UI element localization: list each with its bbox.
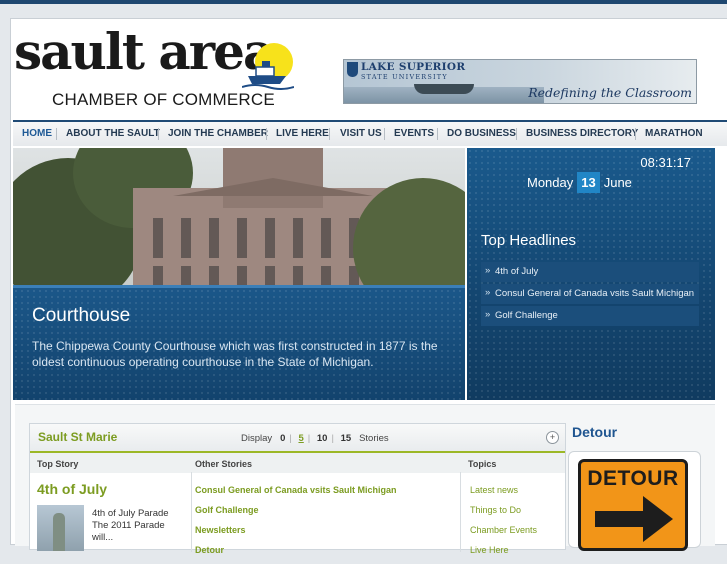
hero-caption: Courthouse The Chippewa County Courthous… — [13, 285, 465, 400]
detour-card[interactable]: DETOUR — [568, 451, 701, 551]
nav-live-here[interactable]: LIVE HERE — [276, 122, 329, 146]
display-option-10[interactable]: 10 — [317, 433, 328, 444]
expand-icon[interactable]: + — [546, 431, 559, 444]
news-box-header: Sault St Marie Display 0 | 5 | 10 | 15 Stor… — [30, 424, 565, 453]
nav-about-the-sault[interactable]: ABOUT THE SAULT — [66, 122, 160, 146]
nav-divider — [516, 128, 517, 140]
logo-subtitle: CHAMBER OF COMMERCE — [52, 90, 275, 109]
nav-divider — [384, 128, 385, 140]
nav-divider — [329, 128, 330, 140]
nav-divider — [56, 128, 57, 140]
column-divider — [191, 472, 192, 552]
topics-list: Latest news Things to Do Chamber Events … — [470, 484, 537, 564]
other-story-link[interactable]: Newsletters — [195, 524, 397, 544]
detour-sign-image: DETOUR — [578, 459, 688, 551]
hero-slideshow[interactable]: Courthouse The Chippewa County Courthous… — [13, 148, 465, 400]
site-logo[interactable]: sault area CHAMBER OF COMMERCE — [14, 22, 294, 112]
ad-tagline: Redefining the Classroom — [528, 85, 692, 100]
hero-title: Courthouse — [32, 305, 131, 326]
headline-item[interactable]: Golf Challenge — [481, 306, 699, 326]
date-weekday: Monday — [527, 175, 574, 190]
hero-photo — [13, 148, 465, 318]
top-story-thumbnail[interactable] — [37, 505, 84, 551]
top-story-title[interactable]: 4th of July — [37, 481, 107, 497]
top-story-excerpt: 4th of July Parade The 2011 Parade will.… — [92, 508, 169, 543]
col-other-stories: Other Stories — [195, 459, 253, 469]
detour-sign-text: DETOUR — [587, 467, 679, 490]
other-story-link[interactable]: Detour — [195, 544, 397, 564]
lssu-shield-icon — [347, 62, 358, 77]
display-stories-control: Display 0 | 5 | 10 | 15 Stories — [241, 433, 389, 444]
nav-home[interactable]: HOME — [22, 122, 52, 146]
nav-divider — [437, 128, 438, 140]
nav-divider — [158, 128, 159, 140]
date-day: 13 — [577, 172, 600, 193]
detour-heading: Detour — [572, 424, 618, 440]
headlines-panel: 08:31:17 Monday13June Top Headlines 4th … — [467, 148, 715, 400]
lssu-banner-ad[interactable]: LAKE SUPERIOR STATE UNIVERSITY Redefinin… — [343, 59, 697, 104]
date-month: June — [603, 175, 632, 190]
display-label: Display — [241, 433, 273, 444]
nav-events[interactable]: EVENTS — [394, 122, 434, 146]
news-box: Sault St Marie Display 0 | 5 | 10 | 15 Stor… — [29, 423, 566, 555]
headlines-list: 4th of July Consul General of Canada vsi… — [481, 262, 699, 328]
hero-description: The Chippewa County Courthouse which was… — [32, 339, 438, 369]
logo-wordmark: sault area — [14, 22, 275, 81]
news-columns-header: Top Story Other Stories Topics — [30, 453, 565, 473]
ad-title: LAKE SUPERIOR — [361, 61, 466, 73]
display-option-5[interactable]: 5 — [298, 433, 303, 444]
stories-label: Stories — [359, 433, 389, 444]
topic-link[interactable]: Things to Do — [470, 504, 537, 524]
nav-divider — [635, 128, 636, 140]
right-arrow-icon — [595, 496, 673, 542]
topic-link[interactable]: Chamber Events — [470, 524, 537, 544]
headlines-title: Top Headlines — [481, 232, 577, 249]
nav-join-the-chamber[interactable]: JOIN THE CHAMBER — [168, 122, 268, 146]
headline-item[interactable]: 4th of July — [481, 262, 699, 282]
col-topics: Topics — [468, 459, 497, 469]
headline-item[interactable]: Consul General of Canada vsits Sault Mic… — [481, 284, 699, 304]
other-story-link[interactable]: Golf Challenge — [195, 504, 397, 524]
clock-time: 08:31:17 — [640, 155, 691, 170]
col-top-story: Top Story — [37, 459, 79, 469]
display-option-0[interactable]: 0 — [280, 433, 285, 444]
nav-marathon[interactable]: MARATHON — [645, 122, 703, 146]
content-area: Sault St Marie Display 0 | 5 | 10 | 15 Stor… — [15, 404, 715, 555]
main-nav: HOME ABOUT THE SAULT JOIN THE CHAMBER LI… — [13, 120, 727, 146]
date-display: Monday 13 June — [527, 172, 632, 193]
nav-divider — [266, 128, 267, 140]
news-box-title: Sault St Marie — [38, 430, 118, 444]
nav-do-business[interactable]: DO BUSINESS — [447, 122, 516, 146]
ad-boat-graphic — [414, 84, 474, 94]
ship-sun-icon — [242, 43, 294, 90]
ad-subtitle: STATE UNIVERSITY — [361, 73, 448, 81]
nav-visit-us[interactable]: VISIT US — [340, 122, 382, 146]
topic-link[interactable]: Latest news — [470, 484, 537, 504]
other-stories-list: Consul General of Canada vsits Sault Mic… — [195, 484, 397, 564]
display-option-15[interactable]: 15 — [341, 433, 352, 444]
topic-link[interactable]: Live Here — [470, 544, 537, 564]
top-bar — [0, 0, 727, 4]
other-story-link[interactable]: Consul General of Canada vsits Sault Mic… — [195, 484, 397, 504]
nav-business-directory[interactable]: BUSINESS DIRECTORY — [526, 122, 638, 146]
column-divider — [460, 472, 461, 552]
